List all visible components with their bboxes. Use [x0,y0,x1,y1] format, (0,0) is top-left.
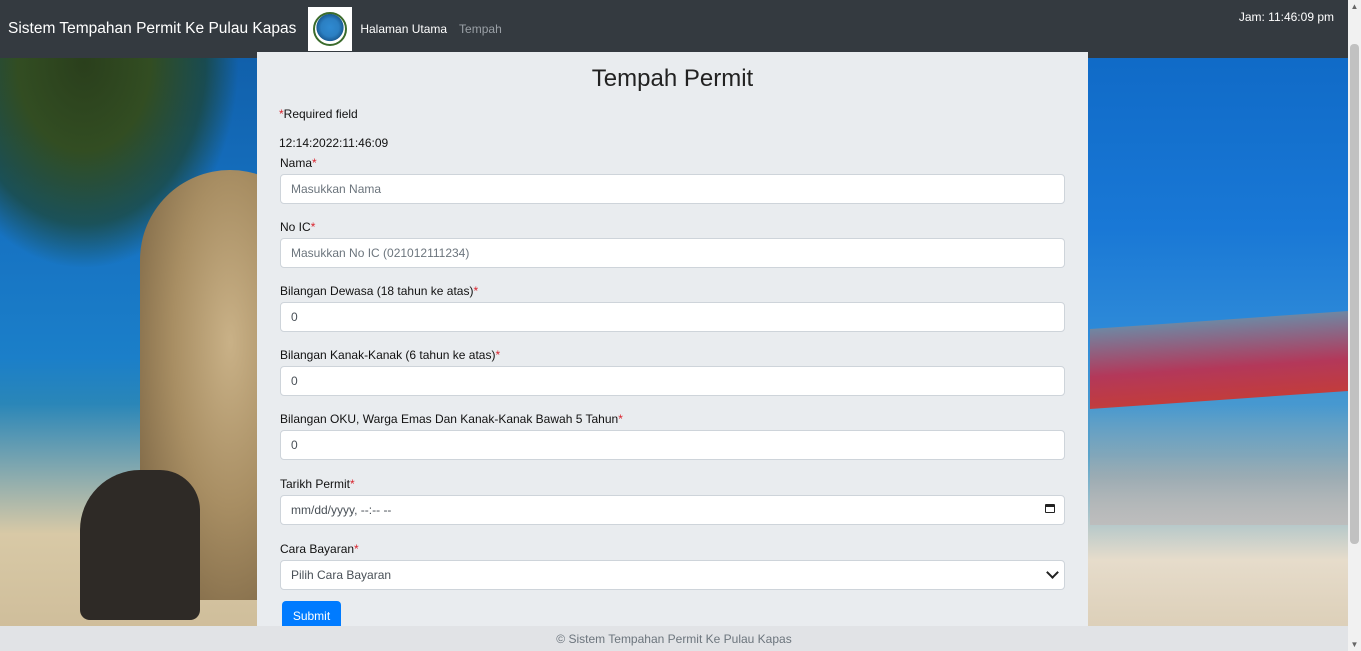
cara-bayaran-select-wrapper: Pilih Cara Bayaran [280,560,1065,590]
kanak-label: Bilangan Kanak-Kanak (6 tahun ke atas)* [280,348,501,362]
brand-title[interactable]: Sistem Tempahan Permit Ke Pulau Kapas [8,20,296,38]
scroll-thumb[interactable] [1350,44,1359,544]
footer-text: © Sistem Tempahan Permit Ke Pulau Kapas [556,631,792,646]
scroll-down-icon[interactable]: ▼ [1350,640,1359,649]
nav-link-halaman-utama[interactable]: Halaman Utama [360,22,447,36]
kanak-input[interactable]: 0 [280,366,1065,396]
crest-icon [313,12,348,46]
oku-label: Bilangan OKU, Warga Emas Dan Kanak-Kanak… [280,412,623,426]
field-bilangan-kanak: Bilangan Kanak-Kanak (6 tahun ke atas)* … [280,344,1065,396]
field-cara-bayaran: Cara Bayaran* Pilih Cara Bayaran [280,538,1065,590]
cara-bayaran-select[interactable]: Pilih Cara Bayaran [280,560,1065,590]
footer: © Sistem Tempahan Permit Ke Pulau Kapas [0,626,1348,651]
nav-link-tempah[interactable]: Tempah [459,22,502,36]
calendar-icon[interactable] [1045,504,1055,513]
monument-base [80,470,200,620]
scroll-up-icon[interactable]: ▲ [1350,2,1359,11]
required-note-text: Required field [283,107,358,121]
tarikh-input-wrapper: mm/dd/yyyy, --:-- -- [280,495,1065,525]
field-nama: Nama* Masukkan Nama [280,152,1065,204]
booking-form-panel: Tempah Permit *Required field 12:14:2022… [257,52,1088,630]
no-ic-input[interactable]: Masukkan No IC (021012111234) [280,238,1065,268]
no-ic-label: No IC* [280,220,316,234]
page-scrollbar[interactable]: ▲ ▼ [1348,0,1361,651]
cara-bayaran-label: Cara Bayaran* [280,542,359,556]
dewasa-label: Bilangan Dewasa (18 tahun ke atas)* [280,284,479,298]
top-navbar: Sistem Tempahan Permit Ke Pulau Kapas Ha… [0,0,1348,58]
nama-label: Nama* [280,156,317,170]
clock-display: Jam: 11:46:09 pm [1238,10,1334,24]
logo-image[interactable] [308,7,353,51]
field-bilangan-dewasa: Bilangan Dewasa (18 tahun ke atas)* 0 [280,280,1065,332]
jetty-pier [1090,405,1348,525]
nama-input[interactable]: Masukkan Nama [280,174,1065,204]
oku-input[interactable]: 0 [280,430,1065,460]
tarikh-label: Tarikh Permit* [280,477,355,491]
field-tarikh-permit: Tarikh Permit* mm/dd/yyyy, --:-- -- [280,473,1065,525]
form-timestamp: 12:14:2022:11:46:09 [279,136,389,150]
dewasa-input[interactable]: 0 [280,302,1065,332]
tarikh-input[interactable]: mm/dd/yyyy, --:-- -- [280,495,1065,525]
field-bilangan-oku: Bilangan OKU, Warga Emas Dan Kanak-Kanak… [280,408,1065,460]
required-field-note: *Required field [279,107,1066,121]
field-no-ic: No IC* Masukkan No IC (021012111234) [280,216,1065,268]
page-title: Tempah Permit [591,65,754,92]
